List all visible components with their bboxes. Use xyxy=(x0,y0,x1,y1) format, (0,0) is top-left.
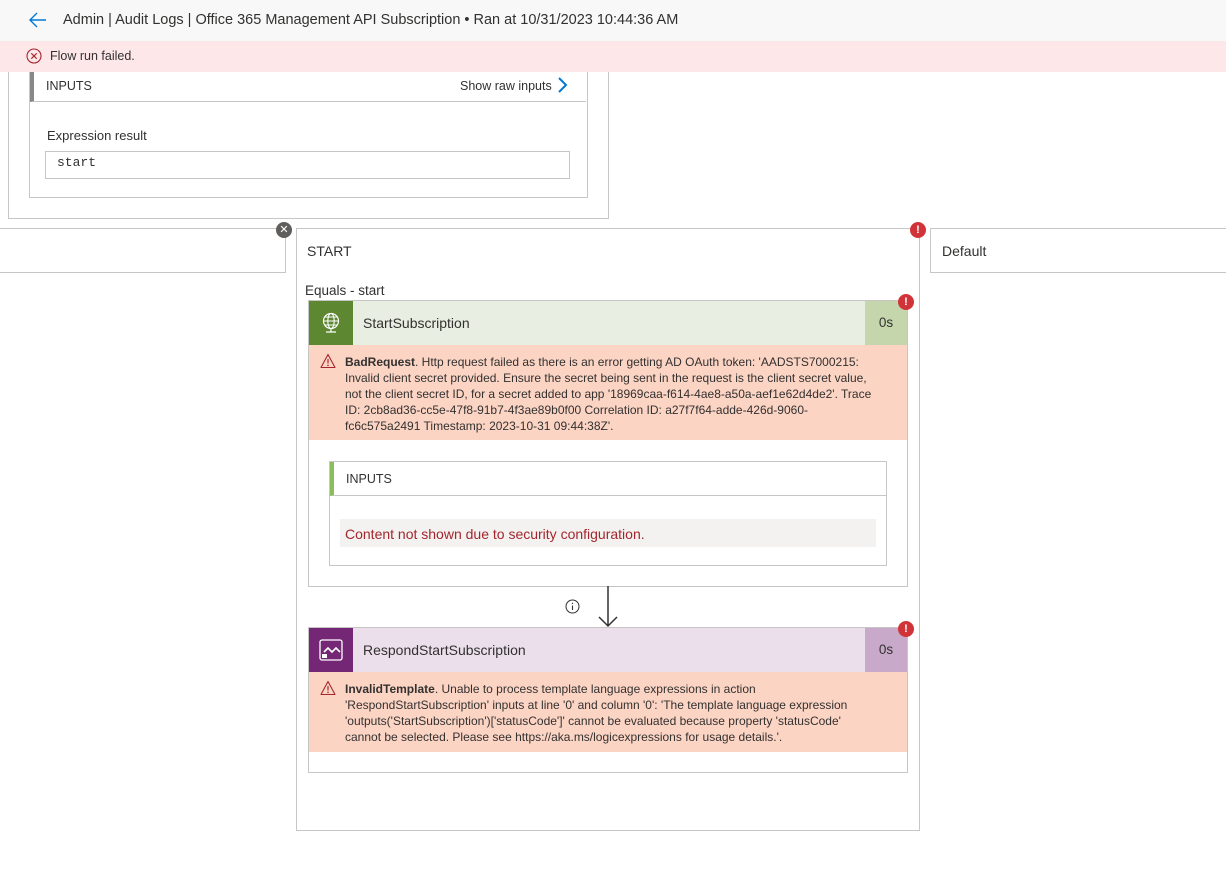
expression-result-label: Expression result xyxy=(47,128,147,143)
error-message: InvalidTemplate. Unable to process templ… xyxy=(345,681,875,745)
inputs-label: INPUTS xyxy=(346,472,392,486)
close-icon[interactable]: ✕ xyxy=(276,222,292,238)
info-icon[interactable] xyxy=(565,599,580,614)
action-name: StartSubscription xyxy=(363,315,470,331)
case-default-title: Default xyxy=(942,243,987,259)
error-detail: . Http request failed as there is an err… xyxy=(345,355,872,433)
error-badge-icon: ! xyxy=(898,294,914,310)
arrow-down-icon xyxy=(598,586,618,628)
expression-result-value: start xyxy=(45,151,570,179)
error-badge-icon: ! xyxy=(910,222,926,238)
action-name: RespondStartSubscription xyxy=(363,642,526,658)
action-icon-tile xyxy=(309,628,353,672)
error-message: BadRequest. Http request failed as there… xyxy=(345,354,875,434)
globe-icon xyxy=(322,312,340,333)
back-arrow-icon[interactable] xyxy=(28,10,48,30)
error-code: InvalidTemplate xyxy=(345,682,435,696)
response-icon xyxy=(319,639,343,661)
warning-icon xyxy=(320,353,336,369)
security-notice: Content not shown due to security config… xyxy=(345,526,645,542)
page-title: Admin | Audit Logs | Office 365 Manageme… xyxy=(63,12,679,28)
case-panel-left[interactable] xyxy=(0,228,286,273)
case-condition-label: Equals - start xyxy=(305,283,385,298)
show-raw-inputs-link[interactable]: Show raw inputs xyxy=(460,79,552,93)
error-circle-icon xyxy=(26,48,42,64)
inputs-header xyxy=(330,462,886,496)
banner-message: Flow run failed. xyxy=(50,49,135,63)
warning-icon xyxy=(320,680,336,696)
chevron-right-icon[interactable] xyxy=(556,76,568,94)
error-code: BadRequest xyxy=(345,355,416,369)
error-badge-icon: ! xyxy=(898,621,914,637)
error-banner xyxy=(0,41,1226,72)
action-icon-tile xyxy=(309,301,353,345)
inputs-label: INPUTS xyxy=(46,79,92,93)
case-start-title[interactable]: START xyxy=(307,243,352,259)
